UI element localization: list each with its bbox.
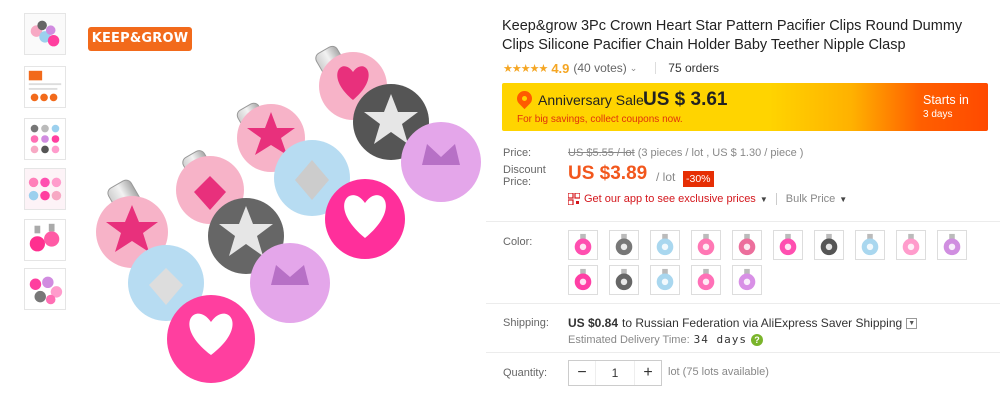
- qr-code-icon: [568, 193, 580, 205]
- discount-label-line1: Discount: [503, 164, 546, 176]
- color-swatch[interactable]: [691, 230, 721, 260]
- delivery-estimate: Estimated Delivery Time: 34 days ?: [568, 333, 764, 346]
- swatch-pacifier-clip-image: [779, 233, 797, 256]
- star-rating-icon: ★★★★★: [503, 62, 548, 75]
- thumbnail-1[interactable]: [24, 13, 66, 55]
- app-promo-row: Get our app to see exclusive prices ▼ Bu…: [568, 191, 855, 207]
- quantity-stepper: − 1 +: [568, 360, 662, 386]
- chevron-down-icon[interactable]: ▼: [906, 317, 918, 329]
- swatch-pacifier-clip-image: [697, 268, 715, 291]
- color-swatch[interactable]: [691, 265, 721, 295]
- section-divider: [486, 352, 1000, 353]
- shipping-info: US $0.84 to Russian Federation via AliEx…: [568, 316, 918, 330]
- bulk-price-link[interactable]: Bulk Price: [786, 193, 836, 205]
- location-pin-icon: [513, 87, 536, 110]
- sale-name: Anniversary Sale: [538, 92, 644, 108]
- color-swatch[interactable]: [568, 265, 598, 295]
- swatch-pacifier-clip-image: [656, 268, 674, 291]
- sale-price: US $ 3.61: [643, 89, 728, 110]
- discount-price: US $3.89: [568, 163, 648, 184]
- divider: [775, 193, 777, 205]
- swatch-pacifier-clip-image: [738, 233, 756, 256]
- color-swatch[interactable]: [732, 265, 762, 295]
- orders-count: 75 orders: [668, 61, 719, 75]
- original-price-value: US $5.55 / lot: [568, 147, 635, 159]
- color-label: Color:: [503, 236, 533, 248]
- color-swatch[interactable]: [609, 230, 639, 260]
- thumbnail-3[interactable]: [24, 118, 66, 160]
- anniversary-sale-banner: Anniversary Sale US $ 3.61 For big savin…: [502, 83, 988, 131]
- swatch-pacifier-clip-image: [615, 233, 633, 256]
- delivery-label: Estimated Delivery Time:: [568, 333, 690, 346]
- shipping-cost: US $0.84: [568, 316, 619, 330]
- starts-in-label: Starts in: [923, 93, 969, 107]
- starts-in-days: 3 days: [923, 109, 953, 120]
- app-exclusive-prices-link[interactable]: Get our app to see exclusive prices: [584, 193, 756, 205]
- swatch-pacifier-clip-image: [574, 268, 592, 291]
- discount-label-line2: Price:: [503, 176, 532, 188]
- decrease-quantity-button[interactable]: −: [569, 364, 595, 382]
- thumbnail-6[interactable]: [24, 268, 66, 310]
- swatch-pacifier-clip-image: [861, 233, 879, 256]
- discount-badge: -30%: [683, 171, 714, 187]
- caret-down-icon[interactable]: ▼: [839, 195, 847, 204]
- delivery-days: 34 days: [693, 333, 748, 346]
- color-swatch[interactable]: [773, 230, 803, 260]
- color-swatch[interactable]: [568, 230, 598, 260]
- color-swatch[interactable]: [855, 230, 885, 260]
- sale-subtitle: For big savings, collect coupons now.: [517, 114, 683, 125]
- swatch-pacifier-clip-image: [738, 268, 756, 291]
- thumbnail-4[interactable]: [24, 168, 66, 210]
- increase-quantity-button[interactable]: +: [635, 364, 661, 382]
- thumbnail-gallery: [0, 0, 76, 393]
- shipping-destination: to Russian Federation via AliExpress Sav…: [622, 316, 903, 330]
- swatch-pacifier-clip-image: [820, 233, 838, 256]
- quantity-label: Quantity:: [503, 367, 548, 379]
- section-divider: [486, 221, 1000, 222]
- original-price-note: (3 pieces / lot , US $ 1.30 / piece ): [637, 147, 804, 159]
- swatch-pacifier-clip-image: [615, 268, 633, 291]
- quantity-availability: lot (75 lots available): [668, 366, 769, 378]
- swatch-pacifier-clip-image: [656, 233, 674, 256]
- caret-down-icon[interactable]: ▼: [760, 195, 768, 204]
- thumbnail-2[interactable]: [24, 66, 66, 108]
- color-swatch[interactable]: [814, 230, 844, 260]
- price-label: Price:: [503, 147, 532, 159]
- divider: [655, 62, 657, 74]
- thumbnail-5[interactable]: [24, 219, 66, 261]
- original-price: US $5.55 / lot (3 pieces / lot , US $ 1.…: [568, 147, 803, 159]
- quantity-input[interactable]: 1: [595, 361, 635, 385]
- swatch-pacifier-clip-image: [574, 233, 592, 256]
- rating-value: 4.9: [551, 60, 570, 76]
- main-product-image[interactable]: KEEP&GROW: [76, 0, 486, 393]
- color-swatch[interactable]: [732, 230, 762, 260]
- product-info-panel: Keep&grow 3Pc Crown Heart Star Pattern P…: [486, 0, 1000, 393]
- votes-count[interactable]: (40 votes): [573, 61, 626, 75]
- pacifier-clips-illustration: [96, 45, 481, 383]
- help-icon[interactable]: ?: [751, 333, 764, 346]
- color-swatch[interactable]: [896, 230, 926, 260]
- swatch-pacifier-clip-image: [697, 233, 715, 256]
- rating-row: ★★★★★ 4.9 (40 votes) ⌄ 75 orders: [503, 60, 719, 76]
- color-swatch[interactable]: [650, 230, 680, 260]
- section-divider: [486, 303, 1000, 304]
- swatch-pacifier-clip-image: [902, 233, 920, 256]
- shipping-label: Shipping:: [503, 317, 549, 329]
- product-title: Keep&grow 3Pc Crown Heart Star Pattern P…: [502, 18, 963, 53]
- color-swatch[interactable]: [937, 230, 967, 260]
- per-lot-unit: / lot: [656, 170, 676, 184]
- color-swatch[interactable]: [609, 265, 639, 295]
- swatch-pacifier-clip-image: [943, 233, 961, 256]
- color-swatch[interactable]: [650, 265, 680, 295]
- chevron-down-icon[interactable]: ⌄: [630, 63, 638, 74]
- brand-logo: KEEP&GROW: [88, 27, 192, 51]
